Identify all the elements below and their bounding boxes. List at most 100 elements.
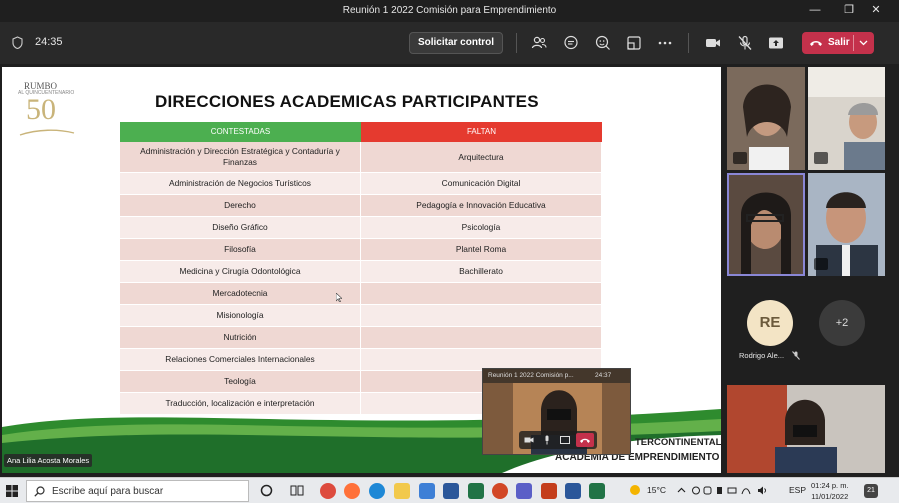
leave-label: Salir [828,37,850,48]
cell-faltan: Pedagogía e Innovación Educativa [361,195,602,216]
meeting-timer: 24:35 [35,36,63,48]
cell-faltan: Arquitectura [361,142,602,172]
table-row: Administración de Negocios Turísticos Com… [120,173,602,195]
participant-video-tile[interactable] [727,67,805,170]
cell-faltan [361,283,602,304]
header-contestadas: CONTESTADAS [120,122,361,142]
mic-off-icon [733,152,747,164]
teams-icon[interactable] [516,483,532,499]
excel-icon[interactable] [468,483,484,499]
cell-contestadas: Medicina y Cirugía Odontológica [120,261,361,282]
mic-off-icon [814,258,828,270]
more-icon[interactable] [656,34,674,52]
notification-center-icon[interactable]: 21 [864,484,878,498]
minimize-icon[interactable]: — [808,3,822,17]
camera-icon[interactable] [704,34,722,52]
cell-contestadas: Mercadotecnia [120,283,361,304]
cell-faltan [361,305,602,326]
people-icon[interactable] [530,34,548,52]
cell-contestadas: Filosofía [120,239,361,260]
cell-faltan: Plantel Roma [361,239,602,260]
teams-window: Reunión 1 2022 Comisión para Emprendimie… [0,0,899,503]
cell-contestadas: Teología [120,371,361,392]
share-screen-icon[interactable] [560,435,570,445]
mail-icon[interactable] [419,483,435,499]
file-explorer-icon[interactable] [394,483,410,499]
leave-divider [853,35,854,51]
tray-icons[interactable] [692,485,752,496]
volume-icon[interactable] [757,485,768,496]
cell-contestadas: Administración y Dirección Estratégica y… [120,142,361,172]
table-row: Derecho Pedagogía e Innovación Educativa [120,195,602,217]
system-clock[interactable]: 01:24 p. m. 11/01/2022 [811,480,849,502]
table-row: Mercadotecnia [120,283,602,305]
slide-title: DIRECCIONES ACADEMICAS PARTICIPANTES [155,92,539,111]
participant-video-tile[interactable] [808,67,885,170]
cell-contestadas: Nutrición [120,327,361,348]
meeting-toolbar: 24:35 Solicitar control Salir [0,22,899,64]
self-video-tile[interactable] [727,385,885,473]
mic-icon[interactable] [542,435,552,445]
mini-window-titlebar[interactable]: Reunión 1 2022 Comisión p... 24:37 [483,369,630,383]
word-icon[interactable] [443,483,459,499]
mic-muted-icon[interactable] [736,34,754,52]
leave-button[interactable]: Salir [802,32,874,54]
cell-faltan: Bachillerato [361,261,602,282]
cell-contestadas: Misionología [120,305,361,326]
word-icon[interactable] [565,483,581,499]
mini-window-title: Reunión 1 2022 Comisión p... [488,372,574,379]
more-participants-button[interactable]: +2 [819,300,865,346]
header-faltan: FALTAN [361,122,602,142]
hangup-button[interactable] [576,433,594,447]
table-row: Administración y Dirección Estratégica y… [120,142,602,173]
rooms-icon[interactable] [625,34,643,52]
cell-faltan [361,327,602,348]
shield-icon [12,36,23,49]
cell-contestadas: Administración de Negocios Turísticos [120,173,361,194]
excel-icon[interactable] [589,483,605,499]
participant-video-tile-active[interactable] [727,173,805,276]
title-bar: Reunión 1 2022 Comisión para Emprendimie… [0,0,899,22]
maximize-icon[interactable]: ❐ [842,3,856,17]
participant-avatar[interactable]: RE [747,300,793,346]
language-indicator[interactable]: ESP [789,485,806,495]
clock-time: 01:24 p. m. [811,481,849,490]
phone-hangup-icon [810,41,822,46]
cell-faltan: Psicología [361,217,602,238]
rumbo-50-logo: RUMBO AL QUINCUENTENARIO 50 [18,81,78,141]
chrome-icon[interactable] [320,483,336,499]
participant-video-tile[interactable] [808,173,885,276]
table-row: Nutrición [120,327,602,349]
table-row: Misionología [120,305,602,327]
weather-icon[interactable] [630,485,640,495]
search-placeholder: Escribe aquí para buscar [52,486,164,497]
share-screen-icon[interactable] [767,34,785,52]
temperature[interactable]: 15°C [647,485,666,495]
chevron-up-icon[interactable] [677,487,686,493]
chat-icon[interactable] [562,34,580,52]
powerpoint-icon[interactable] [541,483,557,499]
cell-faltan: Comunicación Digital [361,173,602,194]
mouse-cursor-icon [336,293,342,302]
mic-off-icon [814,152,828,164]
cell-contestadas: Diseño Gráfico [120,217,361,238]
participant-name: Rodrigo Ale... [739,351,785,360]
mini-window-controls [519,431,597,449]
request-control-button[interactable]: Solicitar control [409,32,503,54]
task-view-icon[interactable] [290,484,304,497]
reactions-icon[interactable] [594,34,612,52]
taskbar-search[interactable]: Escribe aquí para buscar [26,480,249,502]
windows-start-icon[interactable] [6,485,18,497]
cell-contestadas: Relaciones Comerciales Internacionales [120,349,361,370]
mini-meeting-window[interactable]: Reunión 1 2022 Comisión p... 24:37 [482,368,631,455]
phone-hangup-icon [580,438,590,443]
camera-icon[interactable] [524,435,534,445]
firefox-icon[interactable] [344,483,360,499]
office-icon[interactable] [492,483,508,499]
table-row: Medicina y Cirugía Odontológica Bachiller… [120,261,602,283]
chevron-down-icon[interactable] [859,40,868,46]
close-icon[interactable]: ✕ [869,3,883,17]
cortana-icon[interactable] [260,484,273,497]
table-header: CONTESTADAS FALTAN [120,122,602,142]
edge-icon[interactable] [369,483,385,499]
